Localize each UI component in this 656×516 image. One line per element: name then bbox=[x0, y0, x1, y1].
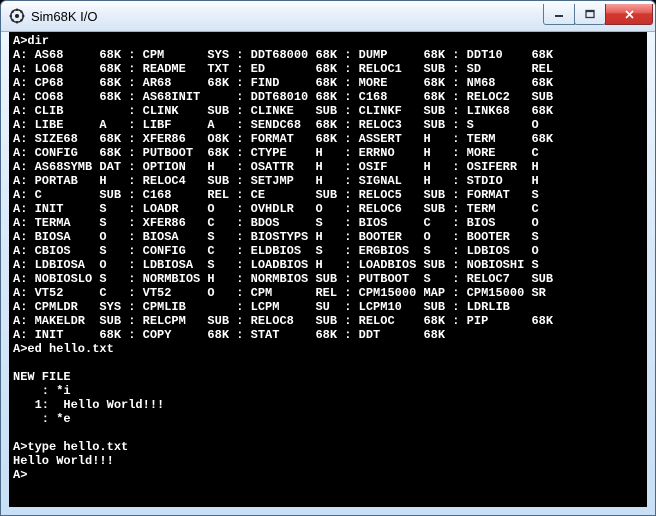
window-title: Sim68K I/O bbox=[31, 9, 544, 24]
minimize-button[interactable] bbox=[543, 4, 575, 25]
window-buttons bbox=[544, 4, 653, 24]
maximize-button[interactable] bbox=[574, 4, 606, 25]
close-button[interactable] bbox=[605, 4, 653, 25]
maximize-icon bbox=[585, 9, 595, 19]
titlebar[interactable]: Sim68K I/O bbox=[1, 1, 655, 32]
app-icon bbox=[9, 8, 25, 24]
terminal-output[interactable]: A>dir A: AS68 68K : CPM SYS : DDT68000 6… bbox=[9, 32, 647, 507]
close-icon bbox=[624, 9, 635, 20]
minimize-icon bbox=[554, 9, 564, 19]
app-window: Sim68K I/O A>dir A: AS68 68K : CPM SYS :… bbox=[0, 0, 656, 516]
